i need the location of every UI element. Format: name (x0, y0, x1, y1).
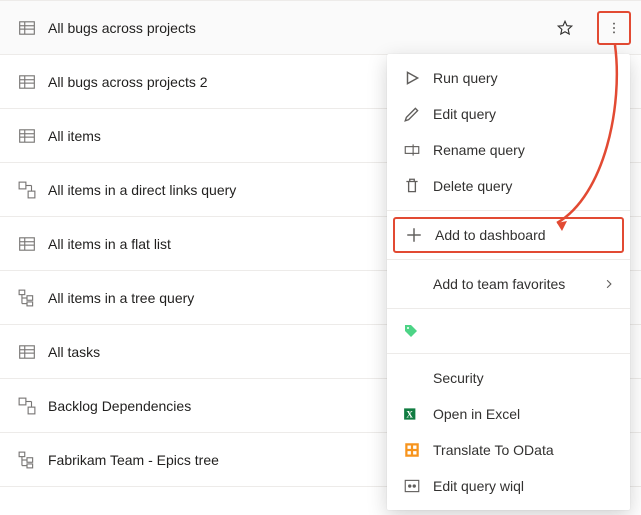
menu-delete-query[interactable]: Delete query (387, 168, 630, 204)
query-flat-icon (18, 343, 36, 361)
menu-label: Security (433, 370, 614, 386)
trash-icon (403, 177, 421, 195)
context-menu: Run query Edit query Rename query Delete… (387, 54, 630, 510)
query-flat-icon (18, 127, 36, 145)
menu-rename-query[interactable]: Rename query (387, 132, 630, 168)
menu-separator (387, 353, 630, 354)
wiql-icon (403, 477, 421, 495)
query-flat-icon (18, 19, 36, 37)
query-label: All bugs across projects (48, 20, 547, 36)
menu-separator (387, 210, 630, 211)
plus-icon (405, 226, 423, 244)
query-links-icon (18, 397, 36, 415)
blank-icon (403, 369, 421, 387)
tag-icon (403, 323, 419, 339)
menu-open-in-excel[interactable]: X Open in Excel (387, 396, 630, 432)
more-actions-button[interactable] (597, 11, 631, 45)
menu-label: Edit query wiql (433, 478, 614, 494)
menu-label: Open in Excel (433, 406, 614, 422)
menu-label: Translate To OData (433, 442, 614, 458)
query-row[interactable]: All bugs across projects (0, 1, 641, 55)
play-icon (403, 69, 421, 87)
odata-icon (403, 441, 421, 459)
query-tree-icon (18, 289, 36, 307)
tag-row (387, 315, 630, 347)
menu-edit-wiql[interactable]: Edit query wiql (387, 468, 630, 504)
query-flat-icon (18, 73, 36, 91)
menu-add-to-dashboard[interactable]: Add to dashboard (393, 217, 624, 253)
menu-label: Add to dashboard (435, 227, 612, 243)
menu-label: Delete query (433, 178, 614, 194)
menu-run-query[interactable]: Run query (387, 60, 630, 96)
menu-label: Run query (433, 70, 614, 86)
query-tree-icon (18, 451, 36, 469)
query-flat-icon (18, 235, 36, 253)
pencil-icon (403, 105, 421, 123)
svg-text:X: X (406, 409, 413, 419)
query-links-icon (18, 181, 36, 199)
excel-icon: X (403, 405, 421, 423)
menu-security[interactable]: Security (387, 360, 630, 396)
chevron-right-icon (604, 276, 614, 292)
rename-icon (403, 141, 421, 159)
menu-translate-odata[interactable]: Translate To OData (387, 432, 630, 468)
blank-icon (403, 275, 421, 293)
menu-separator (387, 259, 630, 260)
favorite-button[interactable] (551, 14, 579, 42)
menu-edit-query[interactable]: Edit query (387, 96, 630, 132)
menu-label: Edit query (433, 106, 614, 122)
star-icon (556, 19, 574, 37)
menu-separator (387, 308, 630, 309)
more-vertical-icon (607, 21, 621, 35)
menu-label: Rename query (433, 142, 614, 158)
menu-add-team-favorites[interactable]: Add to team favorites (387, 266, 630, 302)
menu-label: Add to team favorites (433, 276, 604, 292)
